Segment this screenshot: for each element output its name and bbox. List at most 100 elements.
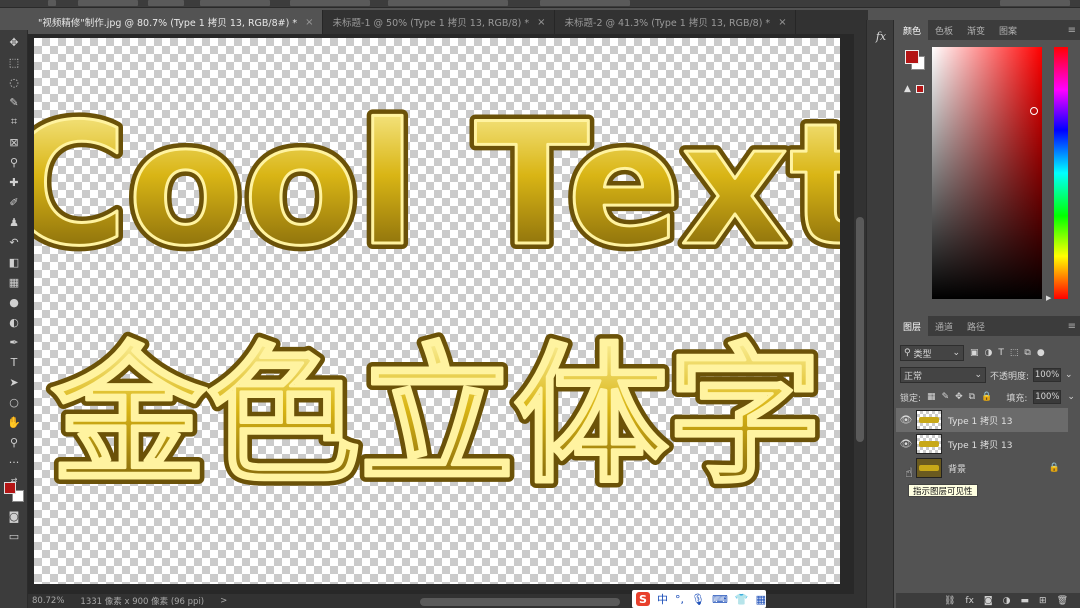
blend-mode-select[interactable]: 正常 ⌄ bbox=[900, 367, 986, 383]
pixel-filter-icon[interactable]: ▣ bbox=[970, 348, 979, 358]
keyboard-icon[interactable]: ⌨ bbox=[712, 593, 728, 606]
quick-mask-icon[interactable]: ◙ bbox=[4, 508, 24, 524]
ime-language[interactable]: 中 bbox=[657, 591, 668, 607]
zoom-level[interactable]: 80.72% bbox=[32, 596, 64, 606]
show-transform-controls[interactable] bbox=[200, 0, 270, 6]
frame-tool-icon[interactable]: ⊠ bbox=[4, 134, 24, 150]
layer-name[interactable]: Type 1 拷贝 13 bbox=[948, 414, 1012, 427]
ime-toolbar[interactable]: S 中 °, 🎙 ⌨ 👕 ▦ bbox=[632, 590, 766, 608]
shape-tool-icon[interactable]: ○ bbox=[4, 394, 24, 410]
path-select-tool-icon[interactable]: ➤ bbox=[4, 374, 24, 390]
shape-filter-icon[interactable]: ⬚ bbox=[1010, 348, 1019, 358]
delete-layer-icon[interactable]: 🗑 bbox=[1057, 596, 1068, 606]
quick-select-tool-icon[interactable]: ✎ bbox=[4, 94, 24, 110]
adjustment-filter-icon[interactable]: ◑ bbox=[985, 348, 993, 358]
gradient-tool-icon[interactable]: ▦ bbox=[4, 274, 24, 290]
ime-punctuation[interactable]: °, bbox=[675, 593, 684, 606]
layer-row[interactable]: 👁 Type 1 拷贝 13 bbox=[896, 432, 1068, 456]
sogou-logo-icon[interactable]: S bbox=[636, 592, 650, 606]
close-icon[interactable]: × bbox=[305, 17, 313, 28]
out-of-gamut-warning-icon[interactable]: ▲ bbox=[904, 84, 911, 94]
new-group-icon[interactable]: ▬ bbox=[1021, 596, 1030, 606]
close-icon[interactable]: × bbox=[778, 17, 786, 28]
color-picker-field[interactable] bbox=[932, 47, 1042, 299]
more-tools-icon[interactable]: ··· bbox=[4, 454, 24, 470]
hue-slider-handle[interactable]: ▶ bbox=[1046, 294, 1051, 302]
dodge-tool-icon[interactable]: ◐ bbox=[4, 314, 24, 330]
layer-name[interactable]: Type 1 拷贝 13 bbox=[948, 438, 1012, 451]
lock-pixels-icon[interactable]: ✎ bbox=[942, 392, 950, 402]
layer-kind-filter[interactable]: ⚲ 类型 ⌄ bbox=[900, 345, 964, 361]
eyedropper-tool-icon[interactable]: ⚲ bbox=[4, 154, 24, 170]
skin-icon[interactable]: 👕 bbox=[735, 593, 749, 606]
close-icon[interactable]: × bbox=[537, 17, 545, 28]
add-mask-icon[interactable]: ◙ bbox=[984, 596, 993, 606]
history-brush-tool-icon[interactable]: ↶ bbox=[4, 234, 24, 250]
tab-gradients[interactable]: 渐变 bbox=[960, 20, 992, 40]
lock-all-icon[interactable]: 🔒 bbox=[981, 392, 992, 402]
fill-input[interactable]: 100% bbox=[1033, 390, 1062, 404]
link-layers-icon[interactable]: ⛓ bbox=[944, 596, 955, 606]
layer-row[interactable]: 背景 🔒 bbox=[896, 456, 1068, 480]
foreground-color-swatch[interactable] bbox=[4, 482, 16, 494]
eye-icon[interactable]: 👁 bbox=[896, 415, 916, 426]
auto-select-option[interactable] bbox=[78, 0, 138, 6]
lock-position-icon[interactable]: ✥ bbox=[955, 392, 963, 402]
eraser-tool-icon[interactable]: ◧ bbox=[4, 254, 24, 270]
tab-paths[interactable]: 路径 bbox=[960, 316, 992, 336]
fx-icon[interactable]: fx bbox=[965, 596, 974, 606]
hue-slider[interactable] bbox=[1054, 47, 1068, 299]
document-tab-1[interactable]: "视频精修"制作.jpg @ 80.7% (Type 1 拷贝 13, RGB/… bbox=[28, 10, 323, 34]
tab-color[interactable]: 颜色 bbox=[896, 20, 929, 40]
color-picker-handle[interactable] bbox=[1030, 107, 1038, 115]
foreground-color-swatch[interactable] bbox=[905, 50, 919, 64]
new-layer-icon[interactable]: ⊞ bbox=[1039, 596, 1047, 606]
opacity-input[interactable]: 100% bbox=[1033, 368, 1062, 382]
window-controls[interactable] bbox=[1000, 0, 1070, 6]
distribute-icons[interactable] bbox=[388, 0, 508, 6]
lasso-tool-icon[interactable]: ◌ bbox=[4, 74, 24, 90]
screen-mode-icon[interactable]: ▭ bbox=[4, 528, 24, 544]
crop-tool-icon[interactable]: ⌗ bbox=[4, 114, 24, 130]
3d-mode-icons[interactable] bbox=[540, 0, 630, 6]
panel-menu-icon[interactable]: ≡ bbox=[1068, 25, 1080, 36]
document-tab-2[interactable]: 未标题-1 @ 50% (Type 1 拷贝 13, RGB/8) * × bbox=[323, 10, 555, 34]
zoom-tool-icon[interactable]: ⚲ bbox=[4, 434, 24, 450]
tab-channels[interactable]: 通道 bbox=[928, 316, 960, 336]
hand-tool-icon[interactable]: ✋ bbox=[4, 414, 24, 430]
layer-row[interactable]: 👁 Type 1 拷贝 13 bbox=[896, 408, 1068, 432]
adjustment-layer-icon[interactable]: ◑ bbox=[1003, 596, 1011, 606]
move-tool-icon[interactable]: ✥ bbox=[4, 34, 24, 50]
lock-artboard-icon[interactable]: ⧉ bbox=[969, 392, 975, 402]
panel-menu-icon[interactable]: ≡ bbox=[1068, 321, 1080, 332]
move-tool-option-icon[interactable] bbox=[48, 0, 56, 6]
document-tab-3[interactable]: 未标题-2 @ 41.3% (Type 1 拷贝 13, RGB/8) * × bbox=[555, 10, 796, 34]
align-icons[interactable] bbox=[290, 0, 370, 6]
grid-menu-icon[interactable]: ▦ bbox=[756, 593, 766, 606]
layer-name[interactable]: 背景 bbox=[948, 462, 966, 475]
microphone-icon[interactable]: 🎙 bbox=[691, 593, 705, 606]
horizontal-scroll-thumb[interactable] bbox=[420, 598, 620, 606]
type-filter-icon[interactable]: T bbox=[998, 348, 1004, 358]
lock-transparent-icon[interactable]: ▦ bbox=[927, 392, 936, 402]
pen-tool-icon[interactable]: ✒ bbox=[4, 334, 24, 350]
clone-stamp-tool-icon[interactable]: ♟ bbox=[4, 214, 24, 230]
tab-layers[interactable]: 图层 bbox=[896, 316, 929, 336]
chevron-down-icon[interactable]: ⌄ bbox=[1065, 370, 1073, 380]
blur-tool-icon[interactable]: ● bbox=[4, 294, 24, 310]
filter-toggle-icon[interactable]: ● bbox=[1037, 348, 1045, 358]
eye-icon[interactable]: 👁 bbox=[896, 439, 916, 450]
marquee-tool-icon[interactable]: ⬚ bbox=[4, 54, 24, 70]
tab-patterns[interactable]: 图案 bbox=[992, 20, 1024, 40]
type-tool-icon[interactable]: T bbox=[4, 354, 24, 370]
auto-select-dropdown[interactable] bbox=[148, 0, 184, 6]
status-menu-arrow[interactable]: > bbox=[220, 596, 227, 606]
chevron-down-icon[interactable]: ⌄ bbox=[1067, 392, 1075, 402]
healing-brush-tool-icon[interactable]: ✚ bbox=[4, 174, 24, 190]
brush-tool-icon[interactable]: ✐ bbox=[4, 194, 24, 210]
fx-panel-button[interactable]: fx bbox=[872, 30, 890, 46]
document-canvas[interactable]: Cool Text Cool Text 金色立体字 金色立体字 bbox=[34, 38, 840, 584]
smart-object-filter-icon[interactable]: ⧉ bbox=[1024, 348, 1030, 358]
gamut-color-swatch[interactable] bbox=[916, 85, 924, 93]
tab-swatches[interactable]: 色板 bbox=[928, 20, 960, 40]
